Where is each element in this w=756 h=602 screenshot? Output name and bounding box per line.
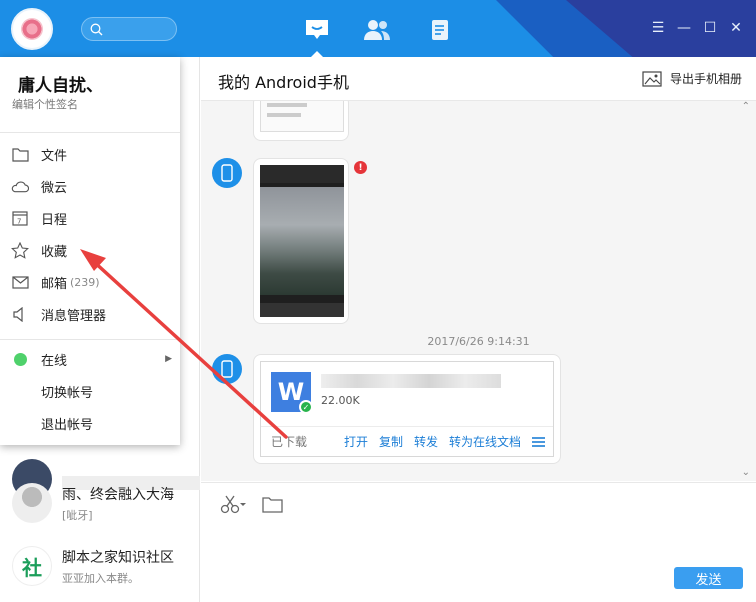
search-icon [90, 23, 103, 35]
scroll-down-icon[interactable]: ⌄ [742, 467, 750, 478]
menu-item-label: 日程 [41, 212, 68, 228]
close-icon[interactable]: ✕ [728, 20, 744, 36]
menu-item-label: 退出帐号 [41, 417, 94, 433]
apps-tab[interactable] [424, 13, 458, 47]
copy-file-link[interactable]: 复制 [379, 433, 403, 450]
phone-icon [221, 360, 233, 378]
file-size: 22.00K [321, 394, 360, 407]
menu-item-label: 微云 [41, 180, 68, 196]
window-controls: ☰ — ☐ ✕ [650, 20, 744, 36]
forward-file-link[interactable]: 转发 [414, 433, 438, 450]
send-file-button[interactable] [262, 493, 283, 515]
menu-item-label: 邮箱 [41, 276, 68, 292]
contact-avatar [12, 483, 52, 523]
signature-edit[interactable]: 编辑个性签名 [12, 96, 78, 112]
menu-item-label: 收藏 [41, 244, 68, 260]
send-failed-icon[interactable]: ! [354, 161, 367, 174]
device-avatar [212, 158, 242, 188]
image-message[interactable] [253, 101, 349, 141]
image-message[interactable] [253, 158, 349, 324]
file-status: 已下载 [271, 435, 308, 449]
mail-count: (239) [70, 275, 100, 289]
calendar-icon: 7 [12, 211, 28, 226]
maximize-icon[interactable]: ☐ [702, 20, 718, 36]
more-menu-icon[interactable] [532, 436, 545, 447]
file-actions-bar: 已下载 打开 复制 转发 转为在线文档 [261, 426, 553, 456]
star-icon [11, 241, 29, 259]
menu-item-online-status[interactable]: 在线 ▶ [0, 344, 180, 374]
chat-title: 我的 Android手机 [218, 73, 349, 92]
phone-screenshot[interactable] [260, 101, 344, 132]
menu-item-schedule[interactable]: 7 日程 [0, 203, 180, 233]
cloud-icon [11, 181, 29, 192]
main-menu-icon[interactable]: ☰ [650, 20, 666, 36]
convert-online-doc-link[interactable]: 转为在线文档 [449, 433, 521, 450]
menu-item-weiyun[interactable]: 微云 [0, 171, 180, 201]
menu-item-files[interactable]: 文件 [0, 139, 180, 169]
send-button[interactable]: 发送 [674, 567, 743, 589]
input-toolbar [201, 482, 756, 522]
submenu-arrow-icon: ▶ [165, 354, 172, 364]
divider [0, 339, 180, 340]
file-message[interactable]: W ✓ 22.00K 已下载 打开 复制 转发 转为在线文档 [253, 354, 561, 464]
menu-item-message-manager[interactable]: 消息管理器 [0, 299, 180, 329]
username: 庸人自扰、 [18, 76, 103, 96]
folder-icon [11, 147, 29, 162]
list-item[interactable]: 社 脚本之家知识社区 亚亚加入本群。 [0, 536, 200, 596]
file-card[interactable]: W ✓ 22.00K 已下载 打开 复制 转发 转为在线文档 [260, 361, 554, 457]
export-album-label: 导出手机相册 [669, 72, 742, 86]
phone-icon [221, 164, 233, 182]
menu-item-favorites[interactable]: 收藏 [0, 235, 180, 265]
menu-item-switch-account[interactable]: 切换帐号 [0, 376, 180, 406]
open-file-link[interactable]: 打开 [344, 433, 368, 450]
menu-item-label: 文件 [41, 148, 68, 164]
image-export-icon [642, 70, 662, 87]
menu-item-mail[interactable]: 邮箱 (239) [0, 267, 180, 297]
screenshot-tool-button[interactable] [220, 493, 246, 515]
svg-text:7: 7 [17, 218, 21, 226]
phone-screenshot[interactable] [260, 165, 344, 317]
list-item[interactable]: 雨、终会融入大海 [呲牙] [0, 473, 200, 533]
online-status-dot [13, 352, 27, 366]
message-input[interactable] [201, 522, 756, 602]
message-timestamp: 2017/6/26 9:14:31 [427, 335, 530, 348]
group-avatar: 社 [12, 546, 52, 586]
main-menu: 庸人自扰、 编辑个性签名 文件 微云 7 日程 收藏 邮箱 (239) 消息管理… [0, 57, 180, 445]
menu-item-logout[interactable]: 退出帐号 [0, 408, 180, 438]
chat-icon [306, 20, 328, 39]
scroll-up-icon[interactable]: ⌃ [742, 101, 750, 112]
search-input[interactable] [107, 22, 167, 36]
menu-item-label: 消息管理器 [41, 308, 107, 324]
contact-last-message: [呲牙] [62, 508, 93, 522]
contacts-tab[interactable] [360, 13, 394, 47]
scissors-icon [220, 495, 246, 514]
flower-avatar-image [21, 18, 43, 40]
file-name-blurred [321, 374, 501, 388]
folder-icon [262, 496, 283, 513]
downloaded-check-icon: ✓ [299, 400, 313, 414]
mail-icon [11, 275, 29, 289]
user-avatar[interactable] [11, 8, 53, 50]
menu-item-label: 切换帐号 [41, 385, 94, 401]
divider [0, 132, 180, 133]
title-bar: ☰ — ☐ ✕ [0, 0, 756, 57]
export-album-button[interactable]: 导出手机相册 [642, 70, 742, 87]
speaker-icon [12, 306, 23, 322]
contact-last-message: 亚亚加入本群。 [62, 571, 139, 585]
message-area[interactable]: ⌃ ! 2017/6/26 9:14:31 W ✓ 22.00K 已下载 打开 … [201, 101, 756, 481]
minimize-icon[interactable]: — [676, 20, 692, 36]
contact-name: 雨、终会融入大海 [62, 486, 174, 503]
menu-item-label: 在线 [41, 353, 68, 369]
device-avatar [212, 354, 242, 384]
contacts-icon [364, 20, 390, 40]
chat-header: 我的 Android手机 导出手机相册 [201, 57, 756, 101]
messages-tab[interactable] [300, 13, 334, 57]
contact-name: 脚本之家知识社区 [62, 549, 174, 566]
search-box[interactable] [81, 17, 177, 41]
documents-icon [432, 20, 448, 40]
